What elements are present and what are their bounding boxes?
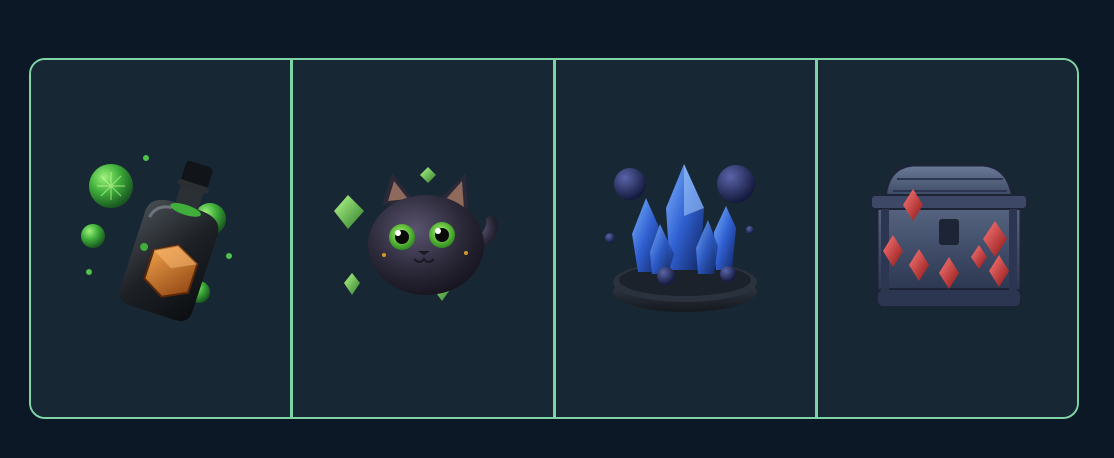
- item-slot-chest[interactable]: [814, 60, 1077, 417]
- item-slot-crystal[interactable]: [552, 60, 815, 417]
- item-selection-grid: [29, 58, 1079, 419]
- crystal-cluster-icon: [605, 163, 758, 312]
- item-slot-cat[interactable]: [290, 60, 553, 417]
- item-slot-potion[interactable]: [31, 60, 291, 417]
- treasure-chest-icon: [870, 163, 1029, 308]
- potion-bottle-icon: [80, 154, 232, 321]
- header-title-fragment: [545, 0, 615, 2]
- cat-creature-icon: [333, 166, 498, 301]
